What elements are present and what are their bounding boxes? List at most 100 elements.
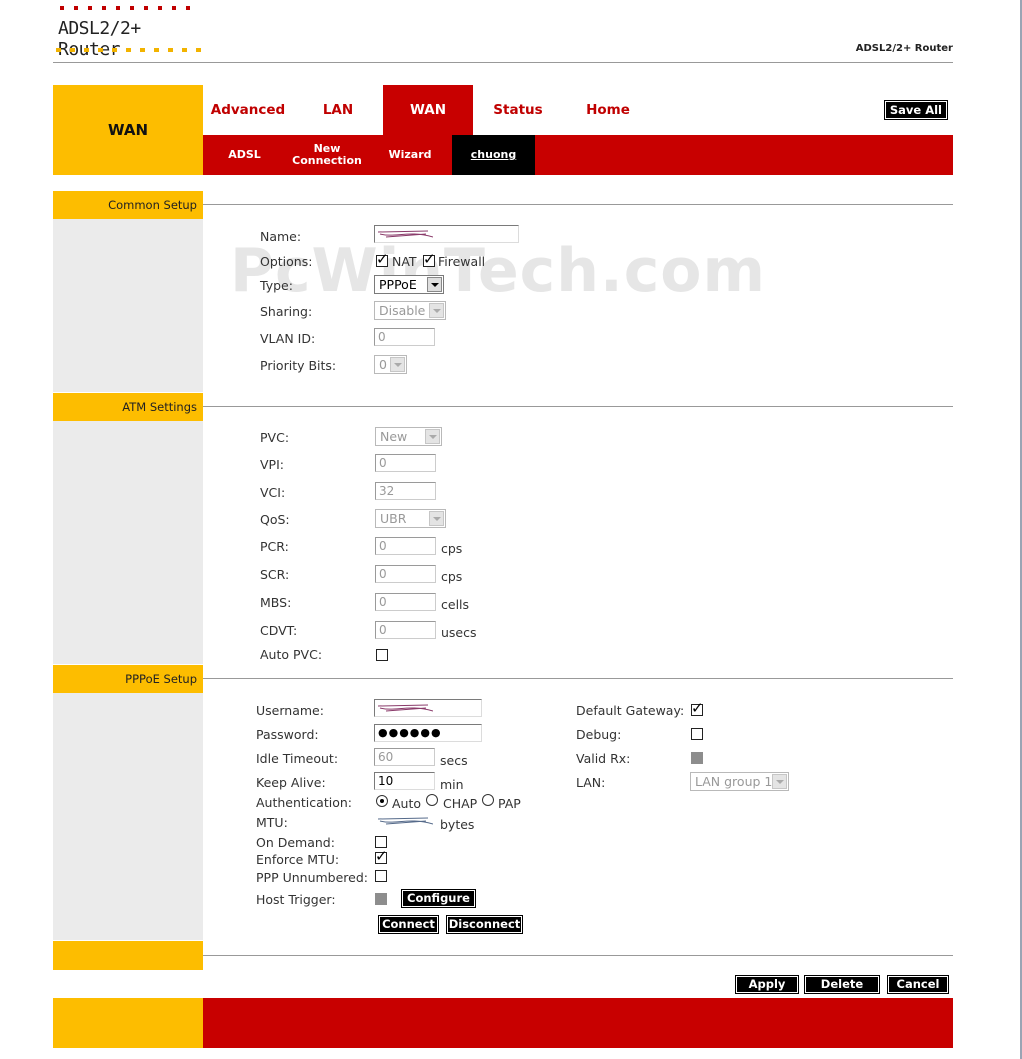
password-input[interactable]: ●●●●●● xyxy=(374,724,482,742)
keep-alive-input[interactable]: 10 xyxy=(374,772,435,790)
section-sidebar xyxy=(53,421,203,664)
save-all-button[interactable]: Save All xyxy=(883,100,949,120)
cancel-button[interactable]: Cancel xyxy=(887,975,949,994)
mbs-input[interactable]: 0 xyxy=(375,593,436,611)
type-label: Type: xyxy=(260,278,293,293)
pvc-label: PVC: xyxy=(260,430,290,445)
tab-home[interactable]: Home xyxy=(563,85,653,135)
section-sidebar xyxy=(53,693,203,940)
redacted-scribble xyxy=(378,230,433,238)
sharing-select[interactable]: Disable xyxy=(374,301,446,320)
brand-logo: ADSL2/2+ Router xyxy=(56,6,206,60)
scr-unit: cps xyxy=(441,569,463,584)
tab-advanced[interactable]: Advanced xyxy=(203,85,293,135)
main-tabs: Advanced LAN WAN Status Home Save All xyxy=(203,85,953,135)
redacted-scribble xyxy=(378,817,433,825)
qos-select[interactable]: UBR xyxy=(375,509,446,528)
lan-group-select[interactable]: LAN group 1 xyxy=(690,772,789,791)
apply-button[interactable]: Apply xyxy=(735,975,799,994)
vlan-label: VLAN ID: xyxy=(260,331,316,346)
cdvt-unit: usecs xyxy=(441,625,477,640)
vci-label: VCI: xyxy=(260,485,286,500)
section-divider xyxy=(203,955,953,956)
idle-timeout-unit: secs xyxy=(440,753,468,768)
tab-status[interactable]: Status xyxy=(473,85,563,135)
pcr-label: PCR: xyxy=(260,539,289,554)
footer-yellow xyxy=(53,998,203,1048)
debug-checkbox[interactable] xyxy=(691,728,703,740)
username-label: Username: xyxy=(256,703,324,718)
common-setup-heading: Common Setup xyxy=(53,191,203,219)
vlan-input[interactable]: 0 xyxy=(374,328,435,346)
priority-select[interactable]: 0 xyxy=(374,355,407,374)
disconnect-button[interactable]: Disconnect xyxy=(446,915,523,934)
mtu-unit: bytes xyxy=(440,817,475,832)
vpi-input[interactable]: 0 xyxy=(375,454,436,472)
auto-pvc-checkbox[interactable] xyxy=(376,649,388,661)
logo-dots-yellow xyxy=(56,48,201,52)
options-label: Options: xyxy=(260,254,313,269)
nat-checkbox[interactable] xyxy=(376,250,389,268)
subtab-wizard[interactable]: Wizard xyxy=(368,135,452,175)
delete-button[interactable]: Delete xyxy=(804,975,880,994)
brand-caption: ADSL2/2+ Router xyxy=(855,43,953,54)
type-select[interactable]: PPPoE xyxy=(374,275,444,294)
section-sidebar xyxy=(53,219,203,392)
connect-button[interactable]: Connect xyxy=(378,915,439,934)
priority-select-value: 0 xyxy=(379,357,387,372)
chevron-down-icon xyxy=(429,303,444,318)
pcr-unit: cps xyxy=(441,541,463,556)
priority-label: Priority Bits: xyxy=(260,358,337,373)
configure-button[interactable]: Configure xyxy=(401,889,476,908)
section-divider xyxy=(203,406,953,407)
auth-chap-label: CHAP xyxy=(443,796,478,811)
debug-label: Debug: xyxy=(576,727,622,742)
mbs-unit: cells xyxy=(441,597,470,612)
watermark: PcWinTech.com xyxy=(230,236,767,306)
subtab-adsl[interactable]: ADSL xyxy=(203,135,286,175)
footer-red xyxy=(203,998,953,1048)
on-demand-label: On Demand: xyxy=(256,835,335,850)
keep-alive-label: Keep Alive: xyxy=(256,775,326,790)
default-gateway-label: Default Gateway: xyxy=(576,703,685,718)
default-gateway-checkbox[interactable] xyxy=(691,699,704,717)
username-input[interactable] xyxy=(374,699,482,717)
tab-wan[interactable]: WAN xyxy=(383,85,473,135)
firewall-checkbox[interactable] xyxy=(423,250,436,268)
password-label: Password: xyxy=(256,727,319,742)
subtab-chuong[interactable]: chuong xyxy=(452,135,535,175)
cdvt-input[interactable]: 0 xyxy=(375,621,436,639)
vci-input[interactable]: 32 xyxy=(375,482,436,500)
subtab-new-connection[interactable]: New Connection xyxy=(286,135,368,175)
host-trigger-checkbox[interactable] xyxy=(375,893,387,905)
scr-input[interactable]: 0 xyxy=(375,565,436,583)
valid-rx-checkbox[interactable] xyxy=(691,752,703,764)
vpi-label: VPI: xyxy=(260,457,284,472)
scr-label: SCR: xyxy=(260,567,290,582)
pcr-input[interactable]: 0 xyxy=(375,537,436,555)
enforce-mtu-checkbox[interactable] xyxy=(375,847,388,865)
mtu-input[interactable] xyxy=(374,812,435,830)
auth-chap-radio[interactable] xyxy=(426,794,438,806)
ppp-unnumbered-checkbox[interactable] xyxy=(375,870,387,882)
valid-rx-label: Valid Rx: xyxy=(576,751,631,766)
authentication-label: Authentication: xyxy=(256,795,352,810)
nat-label: NAT xyxy=(392,254,417,269)
auth-auto-radio[interactable] xyxy=(376,795,388,807)
idle-timeout-input[interactable]: 60 xyxy=(374,748,435,766)
name-label: Name: xyxy=(260,229,302,244)
lan-label: LAN: xyxy=(576,775,606,790)
auth-pap-radio[interactable] xyxy=(482,794,494,806)
bottom-section-bar xyxy=(53,941,203,970)
name-input[interactable] xyxy=(374,225,519,243)
chevron-down-icon xyxy=(425,429,440,444)
enforce-mtu-label: Enforce MTU: xyxy=(256,852,340,867)
tab-lan[interactable]: LAN xyxy=(293,85,383,135)
auth-pap-label: PAP xyxy=(498,796,521,811)
pvc-select-value: New xyxy=(380,429,408,444)
atm-settings-heading: ATM Settings xyxy=(53,393,203,421)
auth-auto-label: Auto xyxy=(392,796,422,811)
pvc-select[interactable]: New xyxy=(375,427,442,446)
qos-label: QoS: xyxy=(260,512,290,527)
chevron-down-icon xyxy=(427,277,442,292)
